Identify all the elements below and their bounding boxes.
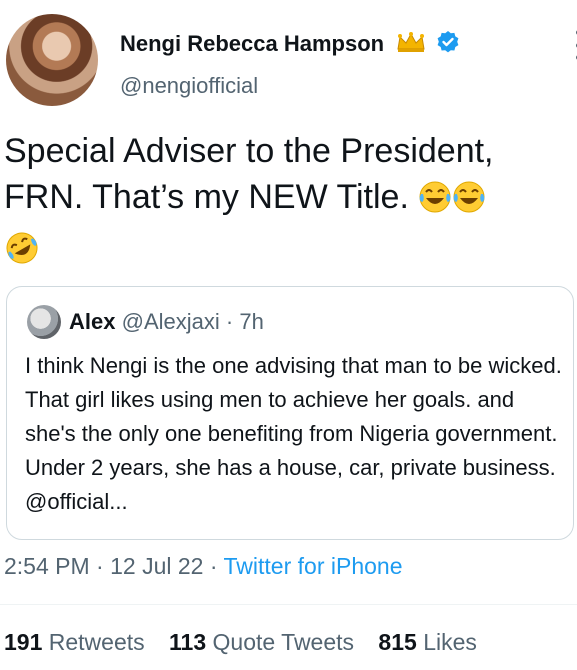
retweets-label: Retweets xyxy=(48,629,145,655)
quote-author-avatar[interactable] xyxy=(27,305,61,339)
quoted-tweet-card[interactable]: Alex @Alexjaxi · 7h I think Nengi is the… xyxy=(6,286,574,540)
author-avatar[interactable] xyxy=(6,14,98,106)
verified-badge-icon xyxy=(436,30,460,60)
tweet-time[interactable]: 2:54 PM xyxy=(4,553,90,579)
author-handle[interactable]: @nengiofficial xyxy=(120,73,258,99)
tweet-source-link[interactable]: Twitter for iPhone xyxy=(224,553,403,579)
tweet-text-line-1: Special Adviser to the President, xyxy=(4,132,494,170)
meta-separator: · xyxy=(209,553,218,579)
likes-count: 815 xyxy=(378,629,417,655)
tweet-text-line-2: FRN. That’s my NEW Title. xyxy=(4,178,409,216)
tears-of-joy-emoji-icon xyxy=(452,180,486,226)
rolling-on-floor-laughing-emoji-icon xyxy=(4,230,40,278)
author-name-row[interactable]: Nengi Rebecca Hampson xyxy=(120,30,460,60)
meta-separator: · xyxy=(96,553,104,579)
retweets-count: 191 xyxy=(4,629,43,655)
author-display-name[interactable]: Nengi Rebecca Hampson xyxy=(120,31,384,56)
likes-stat[interactable]: 815 Likes xyxy=(378,629,476,655)
quote-timestamp[interactable]: 7h xyxy=(239,309,263,334)
quote-author-handle[interactable]: @Alexjaxi xyxy=(122,309,220,334)
quote-tweets-label: Quote Tweets xyxy=(212,629,355,655)
quote-text: I think Nengi is the one advising that m… xyxy=(25,353,562,514)
quote-separator: · xyxy=(225,309,234,334)
divider xyxy=(0,604,577,605)
retweets-stat[interactable]: 191 Retweets xyxy=(4,629,145,655)
tears-of-joy-emoji-icon xyxy=(418,180,452,226)
tweet-date[interactable]: 12 Jul 22 xyxy=(110,553,203,579)
crown-icon xyxy=(396,31,426,59)
quote-tweets-count: 113 xyxy=(169,629,207,655)
quote-tweets-stat[interactable]: 113 Quote Tweets xyxy=(169,629,354,655)
tweet-meta: 2:54 PM · 12 Jul 22 · Twitter for iPhone xyxy=(4,553,402,580)
tweet-stats: 191 Retweets 113 Quote Tweets 815 Likes xyxy=(4,629,495,656)
quote-header: Alex @Alexjaxi · 7h xyxy=(69,309,264,335)
likes-label: Likes xyxy=(423,629,477,655)
tweet-text: Special Adviser to the President, FRN. T… xyxy=(4,128,576,278)
quote-author-name[interactable]: Alex xyxy=(69,309,115,334)
